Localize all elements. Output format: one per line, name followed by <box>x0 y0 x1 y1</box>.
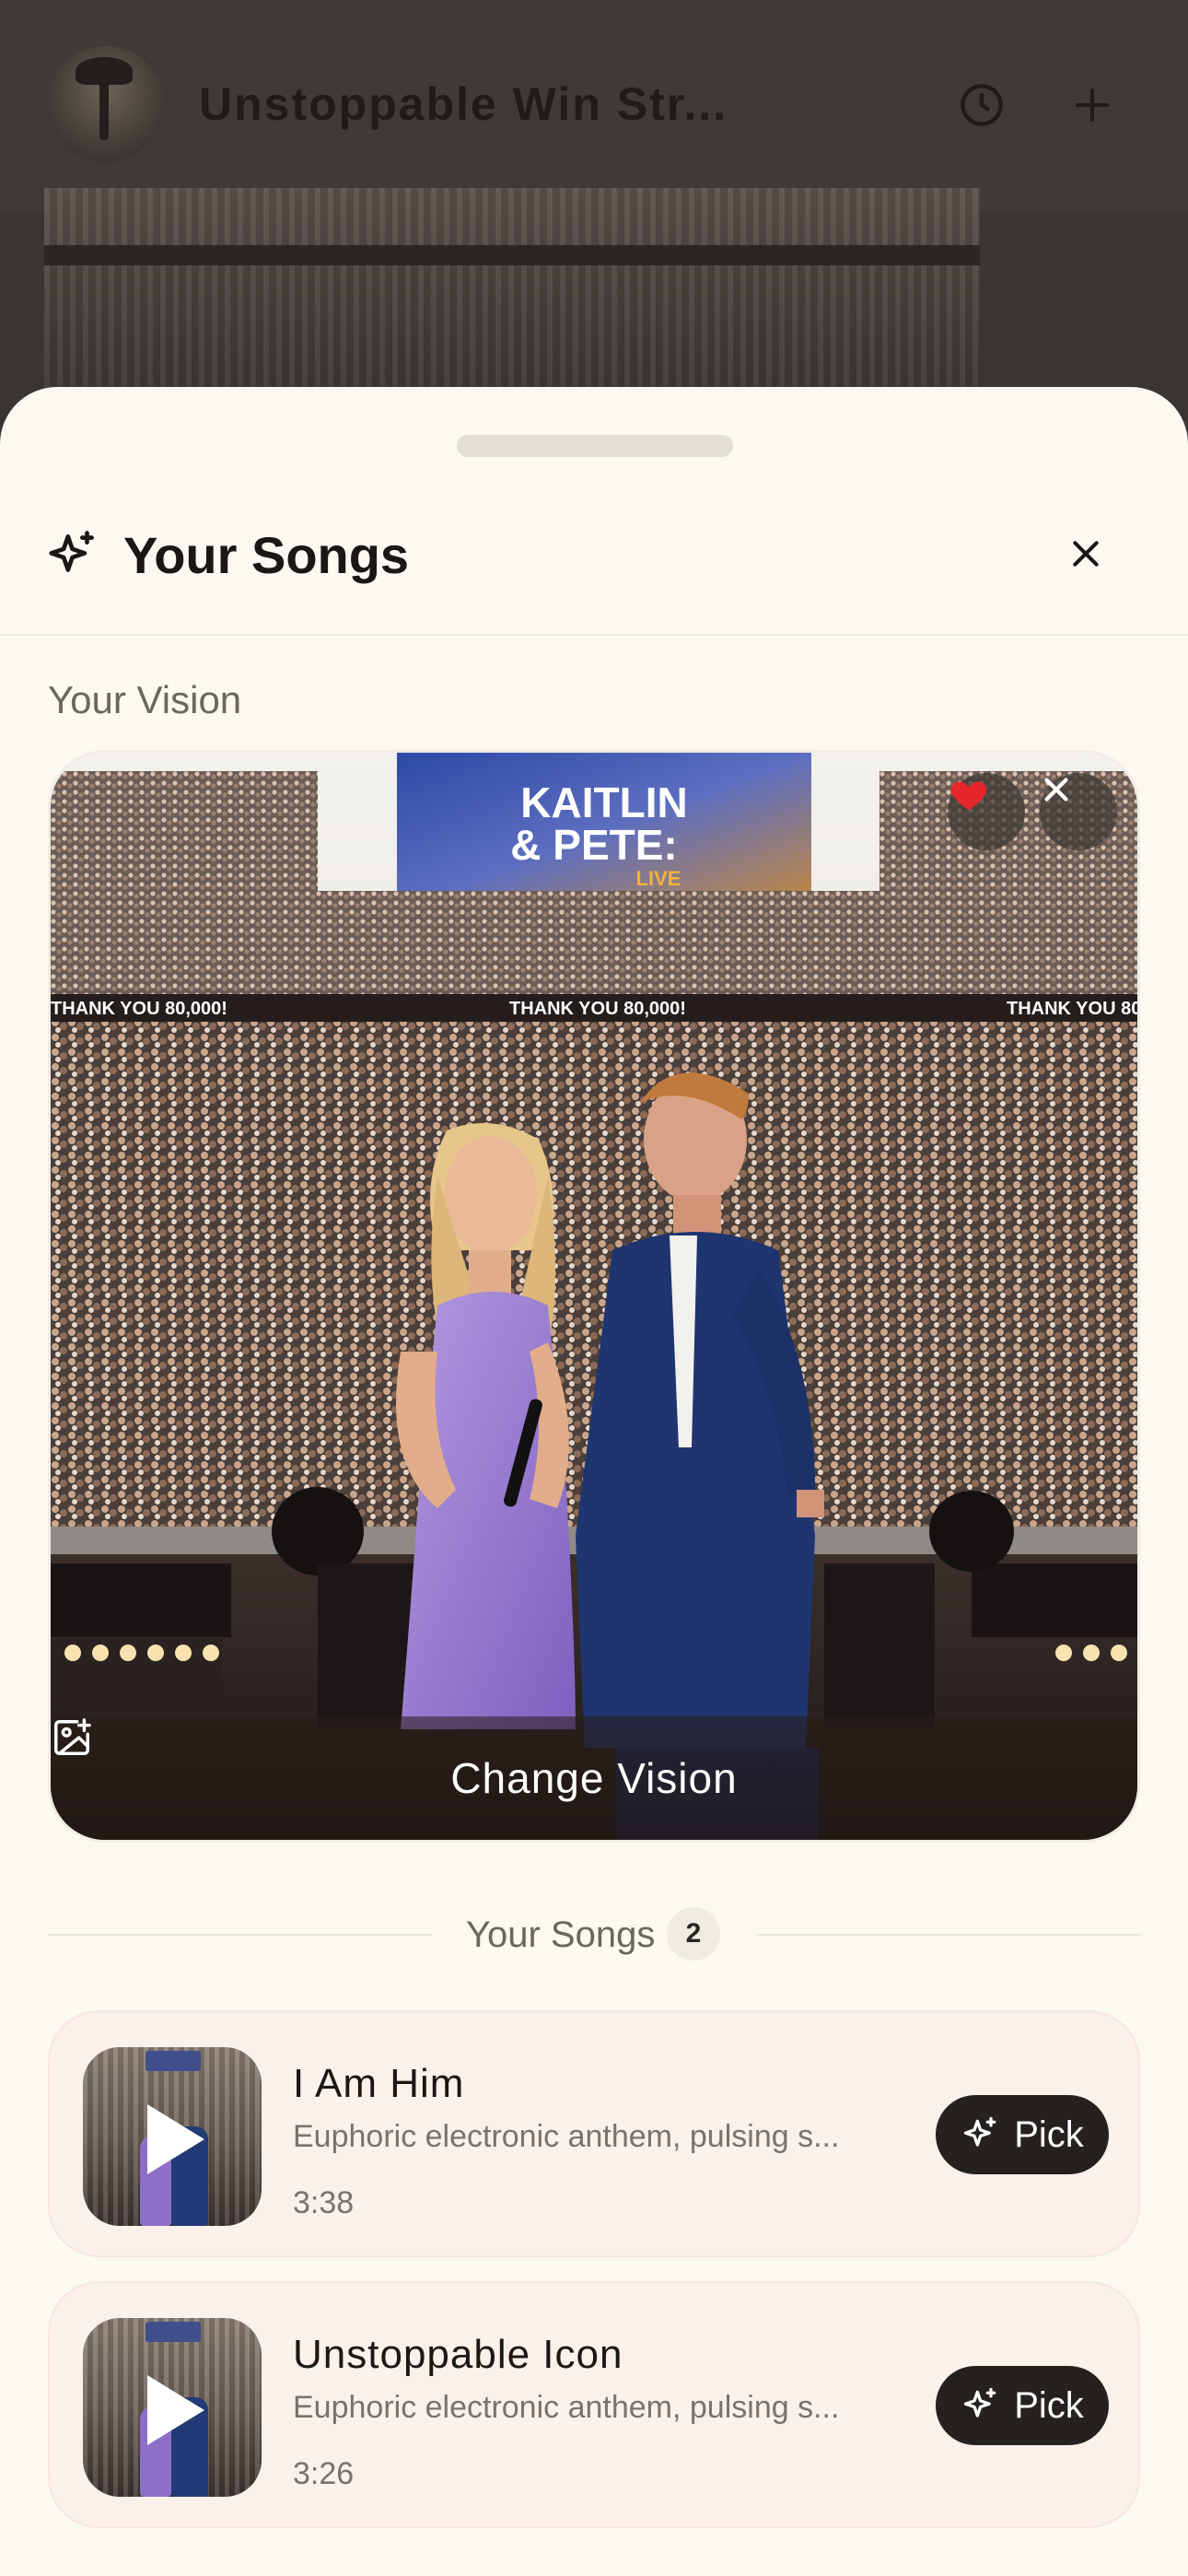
play-icon[interactable] <box>147 2104 204 2174</box>
pick-label: Pick <box>1014 2384 1084 2426</box>
close-button[interactable] <box>1055 523 1116 584</box>
sparkle-icon <box>964 2116 996 2147</box>
song-duration: 3:38 <box>293 2185 355 2220</box>
song-title: I Am Him <box>293 2061 465 2106</box>
song-duration: 3:26 <box>293 2456 355 2491</box>
header-divider <box>0 634 1188 636</box>
background-header: Unstoppable Win Str... <box>0 0 1188 212</box>
play-icon[interactable] <box>147 2375 204 2445</box>
songs-sheet: Your Songs Your Vision KAITLIN & PETE: L… <box>0 387 1188 2576</box>
vision-image: KAITLIN & PETE: LIVE THANK YOU 80,000! T… <box>51 753 1137 1840</box>
banner-text-left: THANK YOU 80,000! <box>51 999 227 1019</box>
song-thumbnail[interactable] <box>83 2318 262 2497</box>
song-thumbnail[interactable] <box>83 2047 262 2226</box>
sheet-grabber[interactable] <box>457 435 733 457</box>
close-icon <box>1044 778 1068 802</box>
banner-text-right: THANK YOU 80,000! <box>1007 999 1137 1019</box>
screen-line-3: LIVE <box>636 867 681 890</box>
favorite-button[interactable] <box>948 773 1025 850</box>
sparkle-icon <box>49 531 94 572</box>
project-title: Unstoppable Win Str... <box>199 78 728 130</box>
screen-line-2: & PETE: <box>510 821 677 869</box>
pick-button[interactable]: Pick <box>936 2366 1109 2445</box>
sparkle-icon <box>964 2387 996 2418</box>
image-plus-icon <box>54 1718 91 1755</box>
sheet-header: Your Songs <box>0 507 1188 599</box>
project-avatar[interactable] <box>48 46 164 162</box>
song-title: Unstoppable Icon <box>293 2332 623 2377</box>
songs-section-label: Your Songs <box>466 1914 656 1955</box>
song-card[interactable]: I Am Him Euphoric electronic anthem, pul… <box>48 2010 1140 2257</box>
sheet-title: Your Songs <box>123 526 410 584</box>
vision-card[interactable]: KAITLIN & PETE: LIVE THANK YOU 80,000! T… <box>48 750 1140 1843</box>
songs-count-badge: 2 <box>667 1907 720 1961</box>
heart-icon <box>950 781 987 811</box>
clock-icon[interactable] <box>952 76 1011 135</box>
pick-label: Pick <box>1014 2113 1084 2155</box>
plus-icon[interactable] <box>1063 76 1122 135</box>
songs-section-divider: Your Songs 2 <box>48 1907 1140 1962</box>
change-vision-button[interactable]: Change Vision <box>51 1716 1137 1840</box>
vision-section-label: Your Vision <box>48 678 242 721</box>
close-icon <box>1073 541 1099 567</box>
change-vision-label: Change Vision <box>450 1754 738 1802</box>
song-description: Euphoric electronic anthem, pulsing s... <box>293 2390 840 2425</box>
background-photo <box>44 188 980 409</box>
banner-text-center: THANK YOU 80,000! <box>509 999 686 1019</box>
screen-line-1: KAITLIN <box>520 779 687 826</box>
dismiss-vision-button[interactable] <box>1040 773 1117 850</box>
song-card[interactable]: Unstoppable Icon Euphoric electronic ant… <box>48 2281 1140 2528</box>
song-description: Euphoric electronic anthem, pulsing s... <box>293 2119 840 2154</box>
pick-button[interactable]: Pick <box>936 2095 1109 2174</box>
